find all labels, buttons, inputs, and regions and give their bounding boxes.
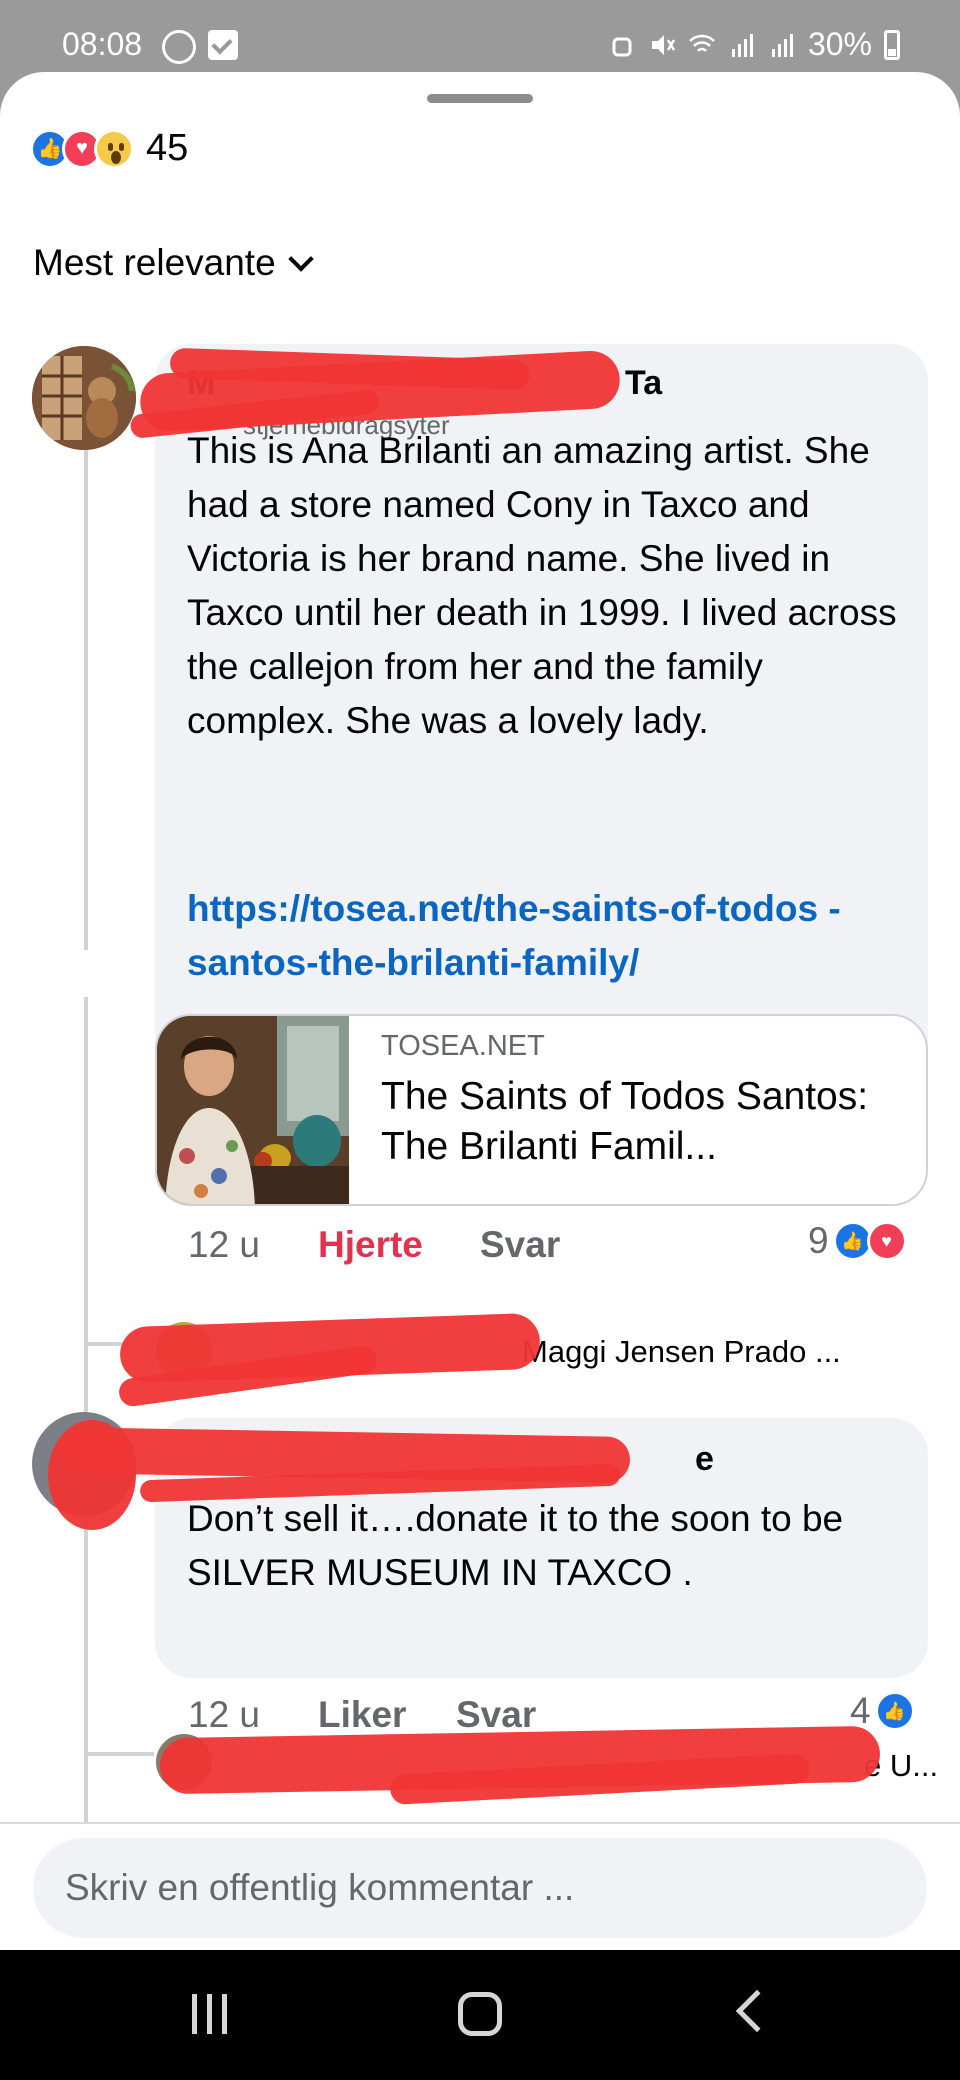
reaction-count: 45 [146,127,189,169]
comment-time: 12 u [188,1224,261,1265]
comment-input[interactable] [33,1838,927,1938]
comment-bubble[interactable]: M Ta stjernebidragsyter This is Ana Bril… [155,344,928,1079]
comment-author-trailing[interactable]: e [695,1440,714,1479]
battery-percent: 30% [807,26,872,62]
thread-line [84,997,88,1437]
comment-author-trailing: Ta [625,364,663,402]
comment-reaction-count[interactable]: 4 👍 [850,1690,915,1732]
recent-apps-button[interactable] [192,1994,227,2034]
like-icon: 👍 [874,1691,915,1731]
link-preview-card[interactable]: TOSEA.NET The Saints of Todos Santos: Th… [155,1014,928,1206]
love-icon: ♥ [866,1221,907,1261]
comment-composer [0,1822,960,1950]
alarm-icon [612,37,632,56]
thread-line [84,450,88,950]
home-button[interactable] [458,1992,502,2036]
back-button[interactable] [735,1989,779,2033]
comment-link[interactable]: https://tosea.net/the-saints-of-todos -s… [187,882,917,990]
comments-sheet: 👍 ♥ 45 Mest relevante M Ta stjernebidrag… [0,72,960,1950]
battery-icon [884,29,900,60]
reply-preview[interactable]: Maggi Jensen Prado ... [522,1334,841,1370]
like-button[interactable]: Liker [318,1694,406,1736]
preview-title: The Saints of Todos Santos: The Brilanti… [381,1075,869,1168]
drag-handle[interactable] [427,94,533,103]
status-icons: 30% [608,26,900,63]
preview-image [157,1016,349,1204]
reply-button[interactable]: Svar [456,1694,536,1736]
signal-icon [771,33,793,57]
wow-icon [94,128,134,169]
avatar[interactable] [32,346,136,450]
sort-dropdown[interactable]: Mest relevante [33,242,314,284]
status-bar: 08:08 30% [0,0,960,80]
system-nav-bar [0,1950,960,2080]
comment-text: This is Ana Brilanti an amazing artist. … [187,430,897,741]
check-icon [208,30,238,60]
comment-text: Don’t sell it….donate it to the soon to … [187,1498,844,1593]
preview-domain: TOSEA.NET [381,1030,545,1062]
comment-time: 12 u [188,1694,261,1735]
status-time: 08:08 [62,26,143,62]
comment-reaction-count[interactable]: 9 👍 ♥ [808,1220,907,1262]
whatsapp-icon [162,30,196,64]
wifi-icon [689,34,715,52]
thread-connector [84,1752,154,1756]
reaction-number: 9 [808,1220,829,1261]
sort-label: Mest relevante [33,242,276,283]
mute-icon [651,34,676,55]
chevron-down-icon [287,246,314,272]
reaction-summary[interactable]: 👍 ♥ 45 [30,127,188,170]
reply-button[interactable]: Svar [480,1224,560,1266]
signal-icon [731,33,753,57]
react-button[interactable]: Hjerte [318,1224,423,1266]
